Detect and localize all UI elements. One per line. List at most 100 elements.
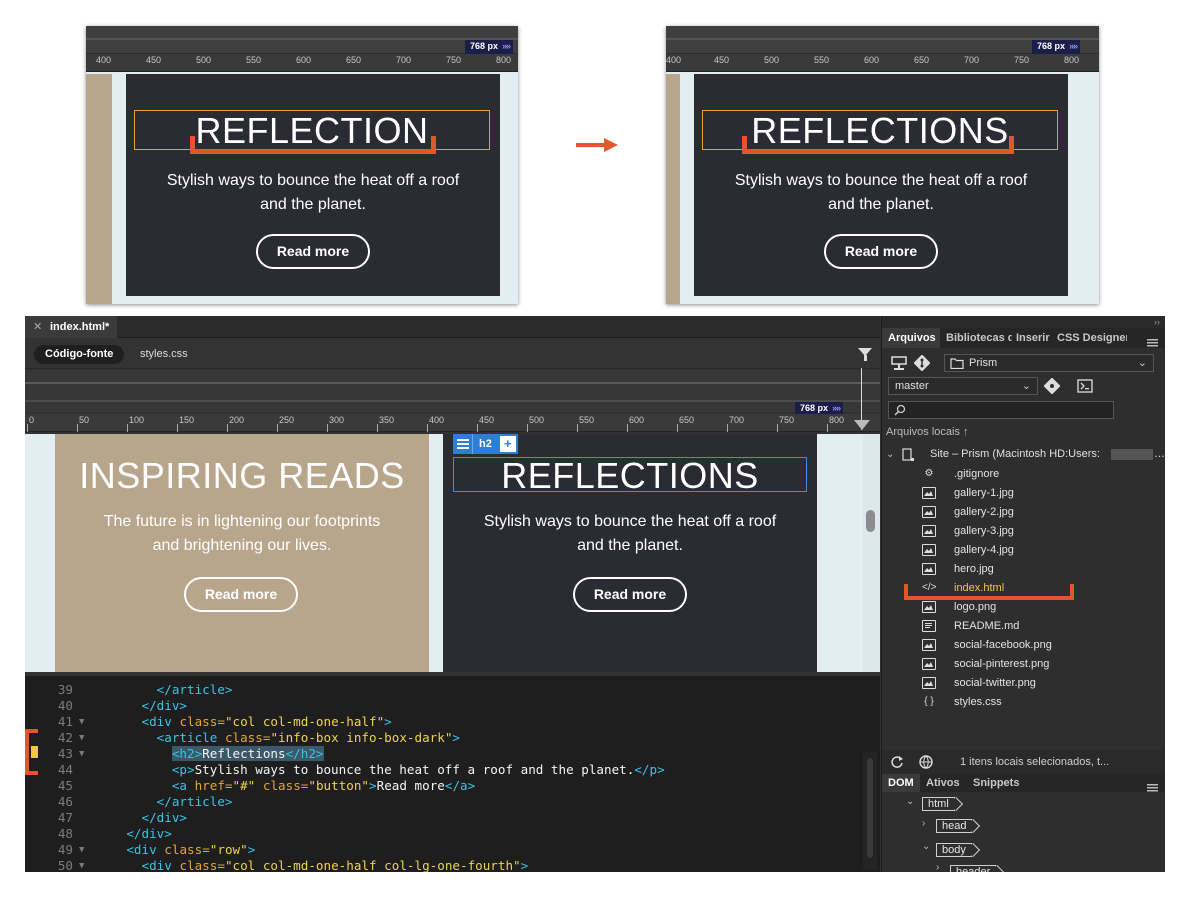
document-tabs: ✕ index.html* bbox=[25, 316, 880, 338]
dom-node-html[interactable]: html bbox=[922, 797, 955, 811]
chevron-right-icon[interactable]: › bbox=[922, 818, 925, 829]
close-icon[interactable]: ✕ bbox=[33, 316, 42, 338]
code-text[interactable]: <p>Stylish ways to bounce the heat off a… bbox=[96, 762, 665, 778]
filter-icon[interactable] bbox=[858, 348, 872, 361]
file-item[interactable]: social-facebook.png bbox=[922, 636, 1162, 655]
dom-node-header[interactable]: header bbox=[950, 865, 997, 872]
chevron-down-icon[interactable]: ⌄ bbox=[886, 446, 894, 463]
file-item[interactable]: { } styles.css bbox=[922, 693, 1162, 712]
site-select[interactable]: Prism ⌄ bbox=[944, 354, 1154, 372]
file-item[interactable]: gallery-2.jpg bbox=[922, 503, 1162, 522]
git-icon[interactable] bbox=[914, 355, 930, 371]
file-name: social-pinterest.png bbox=[954, 658, 1050, 670]
code-text[interactable]: </div> bbox=[96, 810, 188, 826]
code-text[interactable]: </div> bbox=[96, 826, 172, 842]
code-line[interactable]: 43 ▼ <h2>Reflections</h2> bbox=[25, 746, 860, 762]
tab-bibliotecas[interactable]: Bibliotecas d bbox=[946, 328, 1012, 348]
fold-icon[interactable]: ▼ bbox=[79, 858, 84, 872]
code-line[interactable]: 39 </article> bbox=[25, 682, 860, 698]
tab-index-html[interactable]: ✕ index.html* bbox=[25, 316, 117, 338]
file-item[interactable]: gallery-1.jpg bbox=[922, 484, 1162, 503]
code-text[interactable]: </article> bbox=[96, 794, 233, 810]
code-line[interactable]: 49 ▼ <div class="row"> bbox=[25, 842, 860, 858]
chevron-down-icon[interactable]: ⌄ bbox=[922, 841, 930, 852]
server-icon[interactable] bbox=[890, 355, 908, 371]
collapse-icon[interactable]: ›› bbox=[882, 316, 1165, 328]
globe-sync-icon[interactable] bbox=[918, 754, 936, 770]
file-item[interactable]: gallery-3.jpg bbox=[922, 522, 1162, 541]
code-text[interactable]: <div class="col col-md-one-half col-lg-o… bbox=[96, 858, 529, 872]
viewport-handle[interactable] bbox=[854, 420, 870, 430]
code-text[interactable]: <article class="info-box info-box-dark"> bbox=[96, 730, 460, 746]
code-line[interactable]: 44 <p>Stylish ways to bounce the heat of… bbox=[25, 762, 860, 778]
terminal-icon[interactable] bbox=[1077, 379, 1093, 393]
fold-icon[interactable]: ▼ bbox=[79, 714, 84, 730]
read-more-button[interactable]: Read more bbox=[573, 577, 687, 612]
panel-menu-icon[interactable] bbox=[1147, 334, 1158, 347]
image-icon bbox=[922, 677, 936, 689]
ruler-tick bbox=[527, 424, 528, 432]
tab-dom[interactable]: DOM bbox=[882, 774, 920, 792]
fold-icon[interactable]: ▼ bbox=[79, 842, 84, 858]
live-view-scrollbar[interactable] bbox=[863, 434, 880, 672]
code-line[interactable]: 48 </div> bbox=[25, 826, 860, 842]
code-text[interactable]: </article> bbox=[96, 682, 233, 698]
dark-info-box: REFLECTION Stylish ways to bounce the he… bbox=[126, 74, 500, 296]
code-text[interactable]: <div class="row"> bbox=[96, 842, 255, 858]
code-line[interactable]: 42 ▼ <article class="info-box info-box-da… bbox=[25, 730, 860, 746]
tab-ativos[interactable]: Ativos bbox=[926, 774, 960, 792]
subtext[interactable]: Stylish ways to bounce the heat off a ro… bbox=[443, 510, 817, 558]
ruler-label: 250 bbox=[279, 415, 295, 425]
code-line[interactable]: 40 </div> bbox=[25, 698, 860, 714]
code-line[interactable]: 45 <a href="#" class="button">Read more<… bbox=[25, 778, 860, 794]
file-name: logo.png bbox=[954, 601, 997, 613]
tab-inserir[interactable]: Inserir bbox=[1016, 328, 1053, 348]
dom-node-head[interactable]: head bbox=[936, 819, 973, 833]
subtext[interactable]: The future is in lightening our footprin… bbox=[55, 510, 429, 558]
source-code-button[interactable]: Código-fonte bbox=[34, 345, 125, 364]
ruler-label: 550 bbox=[579, 415, 595, 425]
panel-menu-icon[interactable] bbox=[1147, 779, 1158, 792]
code-line[interactable]: 46 </article> bbox=[25, 794, 860, 810]
code-view[interactable]: 39 </article> 40 </div> 41 ▼ <div class="co… bbox=[25, 676, 880, 872]
dom-node-body[interactable]: body bbox=[936, 843, 972, 857]
code-text[interactable]: <h2>Reflections</h2> bbox=[96, 746, 324, 762]
element-hud[interactable]: h2 + bbox=[453, 434, 518, 454]
tab-css-designer[interactable]: CSS Designer bbox=[1057, 328, 1127, 348]
hamburger-icon[interactable] bbox=[453, 434, 473, 454]
file-item[interactable]: README.md bbox=[922, 617, 1162, 636]
ruler-tick bbox=[427, 424, 428, 432]
file-item[interactable]: social-pinterest.png bbox=[922, 655, 1162, 674]
tab-arquivos[interactable]: Arquivos bbox=[882, 328, 940, 348]
code-text[interactable]: <a href="#" class="button">Read more</a> bbox=[96, 778, 475, 794]
file-item[interactable]: gallery-4.jpg bbox=[922, 541, 1162, 560]
add-class-button[interactable]: + bbox=[499, 436, 516, 452]
code-text[interactable]: <div class="col col-md-one-half"> bbox=[96, 714, 392, 730]
read-more-button[interactable]: Read more bbox=[184, 577, 298, 612]
ruler-tick bbox=[727, 424, 728, 432]
fold-icon[interactable]: ▼ bbox=[79, 746, 84, 762]
file-item[interactable]: ⚙ .gitignore bbox=[922, 465, 1162, 484]
local-files-title[interactable]: Arquivos locais ↑ bbox=[886, 426, 969, 438]
fold-icon[interactable]: ▼ bbox=[79, 730, 84, 746]
file-item[interactable]: social-twitter.png bbox=[922, 674, 1162, 693]
chevron-down-icon[interactable]: ⌄ bbox=[906, 796, 914, 807]
git-fetch-icon[interactable] bbox=[1044, 378, 1060, 394]
search-icon bbox=[894, 404, 906, 416]
file-search-input[interactable] bbox=[888, 401, 1114, 419]
tab-snippets[interactable]: Snippets bbox=[973, 774, 1019, 792]
code-scrollbar[interactable] bbox=[863, 752, 877, 870]
file-item[interactable]: hero.jpg bbox=[922, 560, 1162, 579]
file-item[interactable]: logo.png bbox=[922, 598, 1162, 617]
related-files-bar: Código-fonte styles.css bbox=[25, 339, 880, 369]
branch-select[interactable]: master ⌄ bbox=[888, 377, 1038, 395]
site-root[interactable]: ⌄ Site – Prism (Macintosh HD:Users: … bbox=[886, 446, 1164, 463]
code-text[interactable]: </div> bbox=[96, 698, 188, 714]
related-file-styles-css[interactable]: styles.css bbox=[140, 345, 188, 364]
code-line[interactable]: 41 ▼ <div class="col col-md-one-half"> bbox=[25, 714, 860, 730]
code-line[interactable]: 47 </div> bbox=[25, 810, 860, 826]
code-line[interactable]: 50 ▼ <div class="col col-md-one-half col-… bbox=[25, 858, 860, 872]
chevron-right-icon[interactable]: › bbox=[936, 862, 939, 872]
heading-inspiring-reads[interactable]: INSPIRING READS bbox=[55, 454, 429, 498]
refresh-icon[interactable] bbox=[890, 755, 904, 769]
